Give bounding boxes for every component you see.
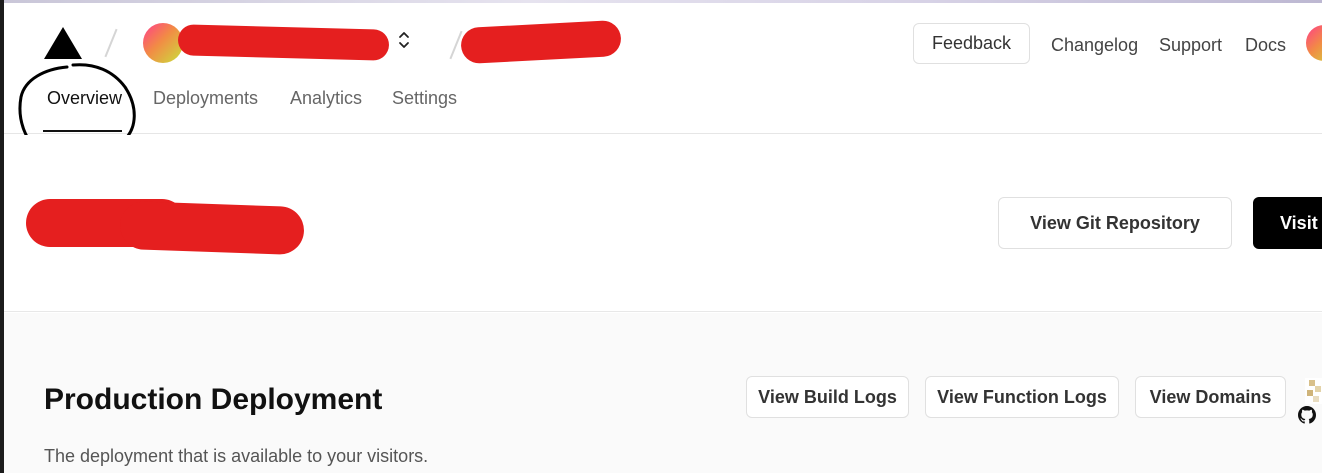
team-avatar[interactable] <box>143 23 183 63</box>
view-function-logs-button[interactable]: View Function Logs <box>925 376 1119 418</box>
active-tab-indicator <box>43 130 122 132</box>
view-domains-button[interactable]: View Domains <box>1135 376 1286 418</box>
view-build-logs-button[interactable]: View Build Logs <box>746 376 909 418</box>
view-git-repository-button[interactable]: View Git Repository <box>998 197 1232 249</box>
tab-analytics[interactable]: Analytics <box>290 88 362 109</box>
tab-overview[interactable]: Overview <box>47 88 122 109</box>
visit-label: Visit <box>1280 212 1318 233</box>
tab-settings[interactable]: Settings <box>392 88 457 109</box>
redacted-project-title <box>119 200 305 256</box>
support-link[interactable]: Support <box>1159 35 1222 56</box>
production-deployment-description: The deployment that is available to your… <box>44 446 429 466</box>
changelog-link[interactable]: Changelog <box>1051 35 1138 56</box>
github-icon <box>1298 406 1316 424</box>
feedback-button[interactable]: Feedback <box>913 23 1030 64</box>
view-build-logs-label: View Build Logs <box>758 386 897 407</box>
production-deployment-title: Production Deployment <box>44 383 383 416</box>
deployment-preview-thumbnail[interactable] <box>1305 378 1322 404</box>
feedback-label: Feedback <box>931 33 1012 53</box>
redacted-team-name <box>177 24 390 61</box>
visit-button[interactable]: Visit <box>1253 197 1322 249</box>
tab-deployments[interactable]: Deployments <box>153 88 258 109</box>
view-function-logs-label: View Function Logs <box>937 386 1107 407</box>
triangle-logo-icon[interactable] <box>43 26 83 60</box>
top-header <box>4 3 1322 134</box>
view-domains-label: View Domains <box>1149 386 1272 407</box>
docs-link[interactable]: Docs <box>1245 35 1286 56</box>
view-git-repository-label: View Git Repository <box>1030 212 1200 233</box>
chevron-up-down-icon[interactable] <box>397 29 411 51</box>
